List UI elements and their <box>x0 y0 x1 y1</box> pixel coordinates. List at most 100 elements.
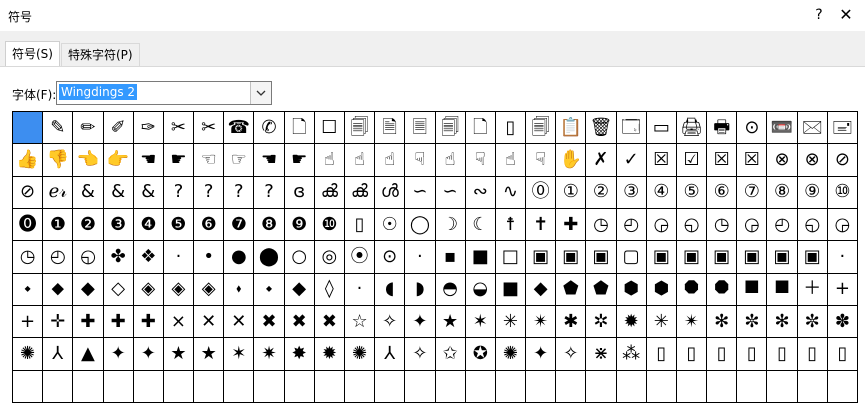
symbol-cell[interactable] <box>435 370 465 402</box>
symbol-cell[interactable]: ▣ <box>676 241 707 273</box>
symbol-cell[interactable]: ▣ <box>707 241 737 273</box>
symbol-cell[interactable]: ✻ <box>767 306 797 338</box>
symbol-cell[interactable]: ⓿ <box>13 209 43 241</box>
symbol-cell[interactable]: ❽ <box>254 209 284 241</box>
symbol-cell[interactable]: ❷ <box>73 209 103 241</box>
symbol-cell[interactable]: ☨ <box>495 209 526 241</box>
symbol-cell[interactable] <box>163 370 194 402</box>
symbol-cell[interactable]: ✖ <box>314 306 344 338</box>
symbol-cell[interactable]: ✴ <box>526 306 556 338</box>
symbol-cell[interactable]: ○ <box>284 241 314 273</box>
symbol-cell[interactable]: ✧ <box>556 338 586 370</box>
symbol-cell[interactable]: ▣ <box>646 241 676 273</box>
symbol-cell[interactable]: ◷ <box>707 209 737 241</box>
symbol-cell[interactable]: ◒ <box>465 273 495 305</box>
symbol-cell[interactable]: ☞ <box>224 144 254 176</box>
symbol-cell[interactable]: ✚ <box>556 209 586 241</box>
symbol-cell[interactable]: ⨯ <box>163 306 194 338</box>
symbol-cell[interactable]: 🗐 <box>526 112 556 144</box>
font-dropdown[interactable]: Wingdings 2 <box>56 81 272 105</box>
symbol-cell[interactable]: 🗐 <box>344 112 375 144</box>
symbol-cell[interactable]: ☝ <box>495 144 526 176</box>
symbol-cell[interactable]: ▯ <box>495 112 526 144</box>
symbol-cell[interactable]: ▲ <box>73 338 103 370</box>
symbol-cell[interactable]: ✚ <box>103 306 133 338</box>
symbol-cell[interactable]: ④ <box>646 176 676 208</box>
symbol-cell[interactable]: ☽ <box>435 209 465 241</box>
symbol-cell[interactable]: ✦ <box>526 338 556 370</box>
symbol-cell[interactable]: ◴ <box>616 209 646 241</box>
symbol-cell[interactable]: ⬢ <box>616 273 646 305</box>
symbol-cell[interactable]: ✏ <box>73 112 103 144</box>
symbol-cell[interactable]: ⅄ <box>43 338 73 370</box>
symbol-cell[interactable] <box>284 370 314 402</box>
symbol-cell[interactable]: ⊘ <box>13 176 43 208</box>
symbol-cell[interactable]: ☝ <box>314 144 344 176</box>
symbol-cell[interactable]: ✂ <box>194 112 224 144</box>
symbol-cell[interactable]: 🖂 <box>797 112 827 144</box>
symbol-cell[interactable]: ③ <box>616 176 646 208</box>
symbol-cell[interactable] <box>646 370 676 402</box>
symbol-cell[interactable] <box>767 370 797 402</box>
symbol-cell[interactable]: ◶ <box>827 209 857 241</box>
symbol-cell[interactable]: ☒ <box>646 144 676 176</box>
symbol-cell[interactable]: ◵ <box>73 241 103 273</box>
symbol-cell[interactable]: ✻ <box>707 306 737 338</box>
close-button[interactable]: ✕ <box>835 4 857 26</box>
symbol-cell[interactable] <box>224 370 254 402</box>
symbol-cell[interactable]: ▯ <box>797 338 827 370</box>
symbol-cell[interactable]: ☟ <box>465 144 495 176</box>
symbol-cell[interactable] <box>194 370 224 402</box>
symbol-cell[interactable]: ◷ <box>13 241 43 273</box>
symbol-cell[interactable]: · <box>827 241 857 273</box>
symbol-cell[interactable]: ◎ <box>314 241 344 273</box>
symbol-cell[interactable]: ✖ <box>254 306 284 338</box>
symbol-cell[interactable]: ⬩ <box>13 273 43 305</box>
symbol-cell[interactable]: ⯃ <box>676 273 707 305</box>
symbol-cell[interactable]: ☆ <box>344 306 375 338</box>
symbol-cell[interactable]: ◖ <box>375 273 405 305</box>
symbol-cell[interactable]: ☜ <box>194 144 224 176</box>
symbol-cell[interactable]: ◷ <box>586 209 616 241</box>
symbol-cell[interactable]: ⑧ <box>767 176 797 208</box>
symbol-cell[interactable]: · <box>344 273 375 305</box>
symbol-cell[interactable]: ✗ <box>586 144 616 176</box>
symbol-cell[interactable]: ✛ <box>43 306 73 338</box>
symbol-cell[interactable] <box>616 370 646 402</box>
symbol-cell[interactable]: ⊙ <box>375 241 405 273</box>
symbol-cell[interactable]: ൿ <box>314 176 344 208</box>
symbol-cell[interactable]: ✓ <box>616 144 646 176</box>
symbol-cell[interactable]: ❹ <box>133 209 163 241</box>
symbol-cell[interactable] <box>254 370 284 402</box>
symbol-cell[interactable]: + <box>13 306 43 338</box>
symbol-cell[interactable]: ▣ <box>556 241 586 273</box>
symbol-cell[interactable] <box>465 370 495 402</box>
symbol-cell[interactable]: ✧ <box>405 338 435 370</box>
symbol-cell[interactable]: ✹ <box>314 338 344 370</box>
symbol-cell[interactable]: ★ <box>194 338 224 370</box>
symbol-cell[interactable]: ✕ <box>224 306 254 338</box>
symbol-cell[interactable]: 🖨 <box>676 112 707 144</box>
symbol-cell[interactable]: ✖ <box>284 306 314 338</box>
symbol-cell[interactable]: ☑ <box>676 144 707 176</box>
symbol-cell[interactable]: ⅄ <box>375 338 405 370</box>
symbol-cell[interactable] <box>556 370 586 402</box>
symbol-cell[interactable]: ⬤ <box>254 241 284 273</box>
symbol-cell[interactable]: ▣ <box>797 241 827 273</box>
symbol-cell[interactable]: 🗋 <box>465 112 495 144</box>
symbol-cell[interactable]: ☐ <box>314 112 344 144</box>
symbol-cell[interactable]: ◈ <box>194 273 224 305</box>
symbol-cell[interactable]: ● <box>224 241 254 273</box>
symbol-cell[interactable]: ❿ <box>314 209 344 241</box>
symbol-cell[interactable]: ⬩ <box>254 273 284 305</box>
symbol-cell[interactable]: ⯃ <box>707 273 737 305</box>
symbol-cell[interactable]: ✼ <box>797 306 827 338</box>
symbol-cell[interactable]: 👍 <box>13 144 43 176</box>
symbol-cell[interactable]: ▯ <box>767 338 797 370</box>
symbol-cell[interactable]: ☉ <box>375 209 405 241</box>
symbol-cell[interactable]: 🗐 <box>435 112 465 144</box>
symbol-cell[interactable]: ✼ <box>737 306 767 338</box>
symbol-cell[interactable]: ∽ <box>435 176 465 208</box>
symbol-cell[interactable]: ✽ <box>827 306 857 338</box>
tab-special-characters[interactable]: 特殊字符(P) <box>61 43 140 66</box>
